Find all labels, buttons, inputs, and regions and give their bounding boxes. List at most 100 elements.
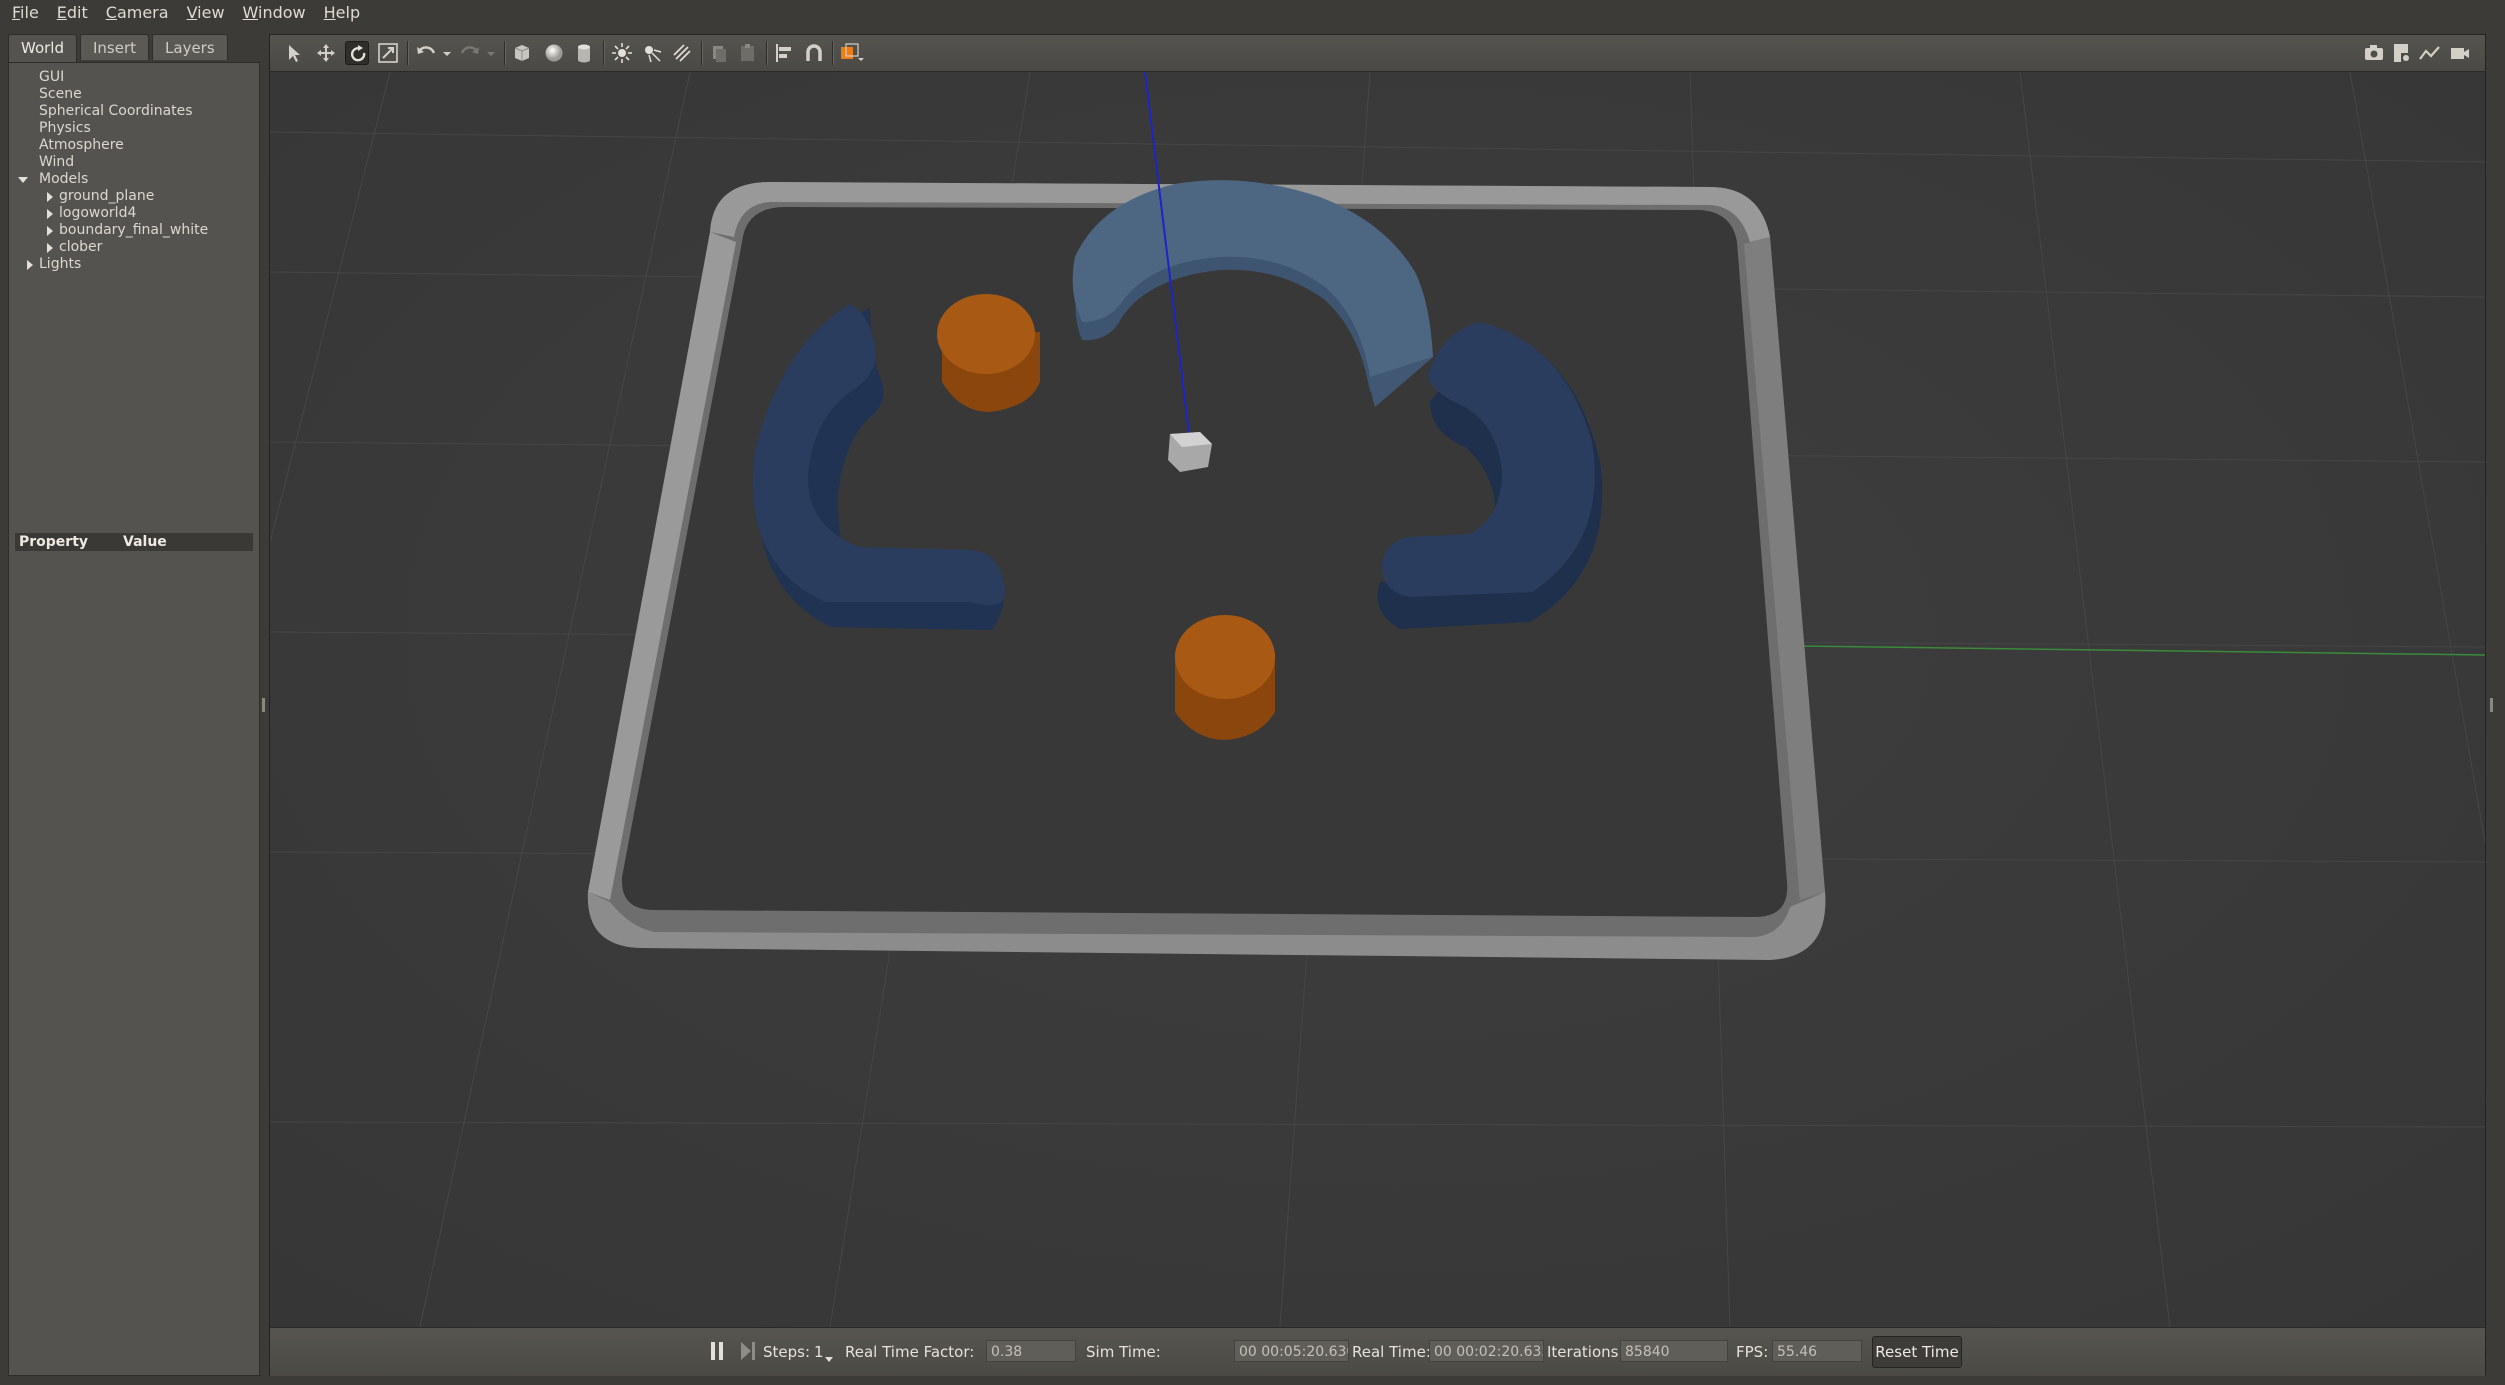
collapse-arrow-icon[interactable] xyxy=(47,192,53,202)
directional-light-icon[interactable] xyxy=(670,41,694,65)
tree-label: Physics xyxy=(39,120,91,136)
3d-viewport[interactable] xyxy=(270,72,2485,1327)
tree-label: GUI xyxy=(39,69,65,85)
simulation-status-bar: Steps: 1 Real Time Factor: 0.38 Sim Time… xyxy=(270,1327,2485,1376)
tree-item-model[interactable]: boundary_final_white xyxy=(9,222,259,239)
tree-item-models[interactable]: Models xyxy=(9,171,259,188)
collapse-arrow-icon[interactable] xyxy=(47,243,53,253)
redo-history-icon[interactable] xyxy=(484,41,498,65)
step-icon[interactable] xyxy=(740,1342,756,1360)
left-splitter-handle[interactable] xyxy=(262,698,265,712)
tree-label: Wind xyxy=(39,154,75,170)
robot-model xyxy=(1168,432,1212,472)
collapse-arrow-icon[interactable] xyxy=(27,260,33,270)
tree-item-physics[interactable]: Physics xyxy=(9,120,259,137)
paste-icon[interactable] xyxy=(736,41,760,65)
property-column-header: Property xyxy=(19,534,89,550)
tree-item-lights[interactable]: Lights xyxy=(9,256,259,273)
plot-icon[interactable] xyxy=(2418,41,2442,65)
tree-item-model[interactable]: ground_plane xyxy=(9,188,259,205)
tree-item-model[interactable]: clober xyxy=(9,239,259,256)
collapse-arrow-icon[interactable] xyxy=(47,226,53,236)
tree-label: Spherical Coordinates xyxy=(39,103,193,119)
toolbar-separator xyxy=(407,41,409,65)
redo-icon[interactable] xyxy=(458,41,482,65)
reset-time-button[interactable]: Reset Time xyxy=(1872,1336,1962,1368)
tree-label: ground_plane xyxy=(59,188,155,204)
tree-label: boundary_final_white xyxy=(59,222,209,238)
log-icon[interactable] xyxy=(2390,41,2414,65)
tree-item-atmosphere[interactable]: Atmosphere xyxy=(9,137,259,154)
toolbar-separator xyxy=(701,41,703,65)
real-time-factor-label: Real Time Factor: xyxy=(845,1343,975,1361)
scale-icon[interactable] xyxy=(376,41,400,65)
sim-time-field: 00 00:05:20.630 xyxy=(1234,1340,1349,1362)
box-icon[interactable] xyxy=(510,41,534,65)
real-time-label: Real Time: xyxy=(1352,1343,1431,1361)
iterations-label: Iterations: xyxy=(1547,1343,1624,1361)
screenshot-icon[interactable] xyxy=(2362,41,2386,65)
tab-insert[interactable]: Insert xyxy=(80,34,150,60)
iterations-field: 85840 xyxy=(1620,1340,1728,1362)
real-time-factor-field: 0.38 xyxy=(986,1340,1076,1362)
align-icon[interactable] xyxy=(772,41,796,65)
world-panel: GUI Scene Spherical Coordinates Physics … xyxy=(8,62,260,1376)
spot-light-icon[interactable] xyxy=(640,41,664,65)
toolbar-separator xyxy=(766,41,768,65)
toolbar-separator xyxy=(603,41,605,65)
menu-file[interactable]: File xyxy=(0,0,48,26)
steps-value[interactable]: 1 xyxy=(814,1343,824,1361)
fps-label: FPS: xyxy=(1736,1343,1769,1361)
tree-label: Atmosphere xyxy=(39,137,124,153)
translate-icon[interactable] xyxy=(314,41,338,65)
orange-cylinder-2 xyxy=(1175,615,1275,740)
steps-dropdown-icon[interactable] xyxy=(824,1349,834,1362)
tree-label: Lights xyxy=(39,256,82,272)
cylinder-icon[interactable] xyxy=(572,41,596,65)
expand-arrow-icon[interactable] xyxy=(18,177,28,183)
steps-label: Steps: xyxy=(763,1343,811,1361)
menu-window[interactable]: Window xyxy=(234,0,315,26)
tree-label: logoworld4 xyxy=(59,205,137,221)
select-arrow-icon[interactable] xyxy=(282,41,306,65)
tree-item-model[interactable]: logoworld4 xyxy=(9,205,259,222)
toolbar-separator xyxy=(504,41,506,65)
world-tree: GUI Scene Spherical Coordinates Physics … xyxy=(9,69,259,273)
sphere-icon[interactable] xyxy=(542,41,566,65)
right-splitter-handle[interactable] xyxy=(2490,698,2493,712)
collapse-arrow-icon[interactable] xyxy=(47,209,53,219)
menu-edit[interactable]: Edit xyxy=(48,0,97,26)
tab-world[interactable]: World xyxy=(8,34,77,62)
render-toolbar xyxy=(270,35,2485,72)
snap-magnet-icon[interactable] xyxy=(802,41,826,65)
pause-icon[interactable] xyxy=(710,1342,724,1360)
menu-camera[interactable]: Camera xyxy=(97,0,178,26)
menu-view[interactable]: View xyxy=(178,0,234,26)
tree-item-spherical-coordinates[interactable]: Spherical Coordinates xyxy=(9,103,259,120)
copy-icon[interactable] xyxy=(708,41,732,65)
tree-label: Models xyxy=(39,171,89,187)
panel-tabs: World Insert Layers xyxy=(8,34,231,62)
value-column-header: Value xyxy=(123,534,167,550)
sim-time-label: Sim Time: xyxy=(1086,1343,1161,1361)
menu-bar: File Edit Camera View Window Help xyxy=(0,0,2505,26)
undo-history-icon[interactable] xyxy=(440,41,454,65)
tree-label: clober xyxy=(59,239,103,255)
point-light-icon[interactable] xyxy=(610,41,634,65)
rotate-icon[interactable] xyxy=(345,41,369,65)
orange-cylinder-1 xyxy=(937,294,1040,412)
left-panel: World Insert Layers GUI Scene Spherical … xyxy=(8,34,260,1376)
menu-help[interactable]: Help xyxy=(315,0,369,26)
toolbar-separator xyxy=(832,41,834,65)
video-record-icon[interactable] xyxy=(2448,41,2472,65)
property-table-header: Property Value xyxy=(15,533,253,551)
undo-icon[interactable] xyxy=(414,41,438,65)
tree-label: Scene xyxy=(39,86,82,102)
tree-item-gui[interactable]: GUI xyxy=(9,69,259,86)
real-time-field: 00 00:02:20.635 xyxy=(1429,1340,1544,1362)
tree-item-wind[interactable]: Wind xyxy=(9,154,259,171)
tab-layers[interactable]: Layers xyxy=(152,34,228,60)
view-angle-icon[interactable] xyxy=(838,41,868,65)
scene-render xyxy=(270,72,2485,1327)
tree-item-scene[interactable]: Scene xyxy=(9,86,259,103)
